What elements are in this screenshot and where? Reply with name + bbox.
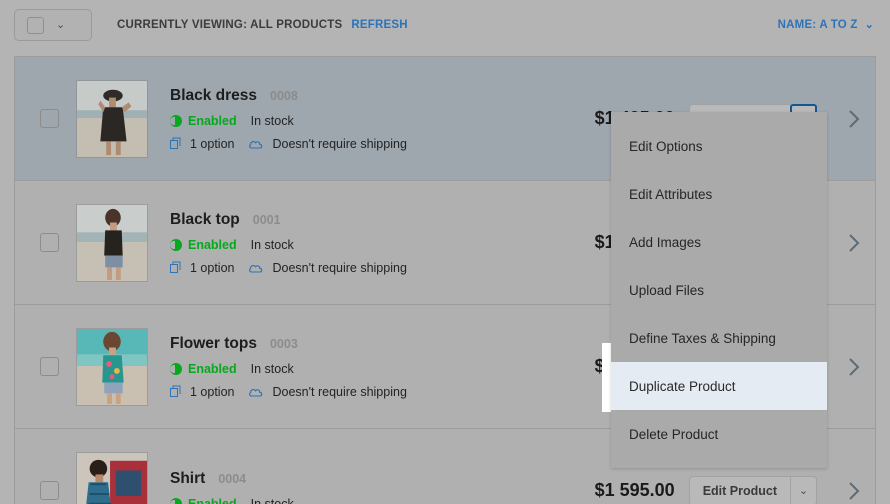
row-checkbox[interactable] [40, 481, 59, 500]
status-badge: Enabled [170, 362, 237, 376]
options-label: 1 option [190, 384, 235, 399]
menu-item-delete-product[interactable]: Delete Product [611, 410, 827, 458]
sort-dropdown[interactable]: NAME: A TO Z ⌄ [778, 19, 874, 31]
menu-item-add-images[interactable]: Add Images [611, 218, 827, 266]
product-sku: 0003 [269, 336, 298, 351]
product-name[interactable]: Flower tops [170, 335, 257, 353]
row-expand-chevron[interactable] [833, 108, 875, 130]
menu-item-define-taxes-shipping[interactable]: Define Taxes & Shipping [611, 314, 827, 362]
list-toolbar: ⌄ CURRENTLY VIEWING: ALL PRODUCTS REFRES… [0, 0, 890, 50]
edit-product-button[interactable]: Edit Product [688, 475, 790, 504]
status-badge: Enabled [170, 114, 237, 128]
cloud-icon [249, 140, 263, 149]
refresh-link[interactable]: REFRESH [351, 19, 407, 31]
options-meta: 1 option [170, 385, 234, 399]
shipping-meta: Doesn't require shipping [248, 136, 407, 151]
status-label: Enabled [188, 237, 237, 252]
stock-label: In stock [250, 497, 294, 504]
product-info: Black dress 0008 Enabled In stock 1 opti… [170, 87, 595, 151]
shipping-label: Doesn't require shipping [272, 260, 407, 275]
menu-item-edit-options[interactable]: Edit Options [611, 122, 827, 170]
row-checkbox[interactable] [40, 357, 59, 376]
product-status-line: Enabled In stock [170, 497, 595, 504]
status-dot-icon [170, 498, 182, 504]
black-top-thumbnail [76, 203, 148, 282]
status-dot-icon [170, 362, 182, 375]
product-actions-menu: Edit Options Edit Attributes Add Images … [611, 112, 827, 468]
product-title-line: Black dress 0008 [170, 87, 595, 105]
chevron-down-icon[interactable]: ⌄ [56, 19, 65, 31]
product-status-line: Enabled In stock [170, 114, 595, 128]
row-checkbox[interactable] [40, 233, 59, 252]
product-meta-line: 1 option Doesn't require shipping [170, 385, 595, 399]
status-label: Enabled [188, 361, 237, 376]
product-info: Shirt 0004 Enabled In stock [170, 470, 595, 504]
status-label: Enabled [188, 497, 237, 504]
product-info: Flower tops 0003 Enabled In stock 1 opti… [170, 335, 595, 399]
chevron-right-icon [849, 357, 860, 376]
stock-label: In stock [250, 237, 294, 252]
black-dress-thumbnail [76, 79, 148, 158]
product-meta-line: 1 option Doesn't require shipping [170, 261, 595, 275]
row-expand-chevron[interactable] [833, 356, 875, 378]
stock-label: In stock [250, 113, 294, 128]
row-expand-chevron[interactable] [833, 480, 875, 502]
shipping-meta: Doesn't require shipping [248, 260, 407, 275]
layers-icon [170, 137, 181, 149]
shipping-label: Doesn't require shipping [272, 136, 407, 151]
product-status-line: Enabled In stock [170, 238, 595, 252]
product-status-line: Enabled In stock [170, 362, 595, 376]
row-expand-chevron[interactable] [833, 232, 875, 254]
status-label: Enabled [188, 113, 237, 128]
shirt-thumbnail [76, 451, 148, 504]
sort-label: NAME: A TO Z [777, 19, 858, 31]
options-meta: 1 option [170, 261, 234, 275]
select-all-checkbox[interactable] [27, 16, 44, 34]
product-name[interactable]: Black dress [170, 87, 257, 105]
product-sku: 0004 [218, 472, 247, 486]
currently-viewing-label: CURRENTLY VIEWING: ALL PRODUCTS [117, 19, 343, 31]
options-label: 1 option [190, 136, 235, 151]
product-title-line: Flower tops 0003 [170, 335, 595, 353]
menu-item-duplicate-product[interactable]: Duplicate Product [611, 362, 827, 410]
cloud-icon [249, 388, 263, 397]
shipping-meta: Doesn't require shipping [248, 384, 407, 399]
options-label: 1 option [190, 260, 235, 275]
product-info: Black top 0001 Enabled In stock 1 option… [170, 211, 595, 275]
status-dot-icon [170, 238, 182, 251]
product-title-line: Shirt 0004 [170, 470, 595, 488]
product-meta-line: 1 option Doesn't require shipping [170, 137, 595, 151]
stock-label: In stock [250, 361, 294, 376]
menu-item-upload-files[interactable]: Upload Files [611, 266, 827, 314]
layers-icon [170, 385, 181, 397]
product-sku: 0001 [252, 212, 281, 227]
chevron-right-icon [849, 109, 860, 128]
layers-icon [170, 261, 181, 273]
product-name[interactable]: Black top [170, 211, 240, 229]
chevron-right-icon [849, 233, 860, 252]
flower-tops-thumbnail [76, 327, 148, 406]
edit-product-dropdown-toggle[interactable]: ⌄ [790, 475, 817, 504]
chevron-right-icon [849, 481, 860, 500]
product-name[interactable]: Shirt [170, 470, 205, 488]
product-title-line: Black top 0001 [170, 211, 595, 229]
shipping-label: Doesn't require shipping [272, 384, 407, 399]
chevron-down-icon: ⌄ [798, 485, 809, 497]
product-list-page: ⌄ CURRENTLY VIEWING: ALL PRODUCTS REFRES… [0, 0, 890, 504]
cloud-icon [249, 264, 263, 273]
product-sku: 0008 [270, 88, 298, 103]
status-badge: Enabled [170, 238, 237, 252]
status-badge: Enabled [170, 497, 237, 504]
status-dot-icon [170, 114, 182, 127]
options-meta: 1 option [170, 137, 234, 151]
chevron-down-icon: ⌄ [864, 18, 874, 31]
bulk-select-control[interactable]: ⌄ [14, 9, 92, 41]
edit-product-group: Edit Product ⌄ [688, 475, 817, 504]
product-price: $1 595.00 [594, 480, 675, 500]
row-checkbox[interactable] [40, 109, 59, 128]
menu-item-edit-attributes[interactable]: Edit Attributes [611, 170, 827, 218]
